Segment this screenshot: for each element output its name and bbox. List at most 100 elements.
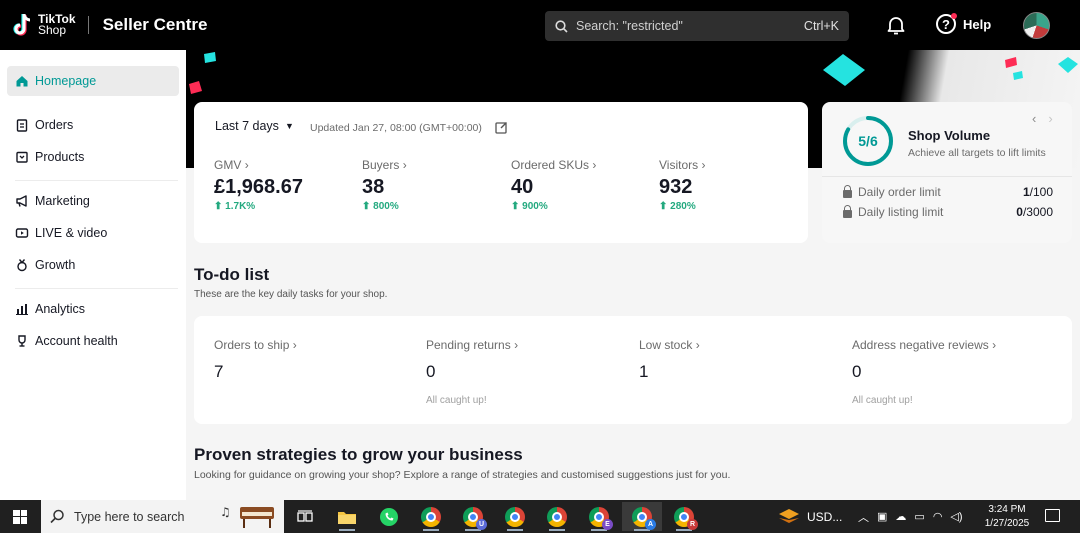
- sidebar-item-homepage[interactable]: Homepage: [7, 66, 179, 96]
- app-running-indicator: [507, 529, 523, 531]
- chevron-right-icon: ›: [695, 338, 700, 352]
- chrome-icon: [547, 506, 567, 527]
- limit-current: 0: [1016, 205, 1023, 219]
- system-tray: ︿ ▣ ☁ ▭ ◠ ◁): [858, 500, 963, 533]
- sidebar-item-orders[interactable]: Orders: [7, 110, 179, 140]
- limit-label: Daily order limit: [858, 185, 941, 199]
- windows-logo-icon: [13, 509, 27, 524]
- todo-title: To-do list: [194, 265, 270, 284]
- todo-pending-returns[interactable]: Pending returns › 0 All caught up!: [426, 338, 518, 406]
- confetti-decoration: [189, 81, 202, 94]
- chevron-left-icon[interactable]: ‹: [1032, 111, 1036, 126]
- metric-value: 40: [511, 176, 534, 198]
- chevron-up-icon[interactable]: ︿: [858, 509, 869, 525]
- todo-value: 0: [852, 362, 862, 381]
- strategies-subtitle: Looking for guidance on growing your sho…: [194, 469, 731, 481]
- sidebar-item-products[interactable]: Products: [7, 142, 179, 172]
- daily-order-limit-row: Daily order limit 1/100: [843, 184, 1053, 199]
- avatar[interactable]: [1023, 12, 1050, 39]
- chrome-profile-4-button[interactable]: [537, 502, 577, 531]
- battery-icon[interactable]: ▭: [914, 510, 924, 523]
- metric-gmv[interactable]: GMV › £1,968.67 ⬆ 1.7K%: [214, 158, 303, 212]
- currency-label: USD...: [807, 509, 843, 524]
- confetti-decoration: [1005, 57, 1017, 68]
- sidebar-item-growth[interactable]: Growth: [7, 250, 179, 280]
- todo-low-stock[interactable]: Low stock › 1: [639, 338, 700, 382]
- whatsapp-button[interactable]: [369, 502, 409, 531]
- app-title: Seller Centre: [102, 15, 208, 34]
- taskbar-clock[interactable]: 3:24 PM 1/27/2025: [982, 503, 1032, 531]
- video-icon: [15, 228, 29, 238]
- clock-time: 3:24 PM: [988, 504, 1026, 515]
- sidebar-item-live-video[interactable]: LIVE & video: [7, 218, 179, 248]
- chrome-profile-3-button[interactable]: [495, 502, 535, 531]
- metric-ordered-skus[interactable]: Ordered SKUs › 40 ⬆ 900%: [511, 158, 596, 212]
- notification-center-icon[interactable]: [1045, 509, 1060, 522]
- todo-note: All caught up!: [852, 395, 913, 406]
- chevron-right-icon: ›: [244, 158, 249, 172]
- windows-taskbar: Type here to search ♫ U E A R USD... ︿ ▣…: [0, 500, 1080, 533]
- chrome-profile-1-button[interactable]: [411, 502, 451, 531]
- chrome-profile-u-button[interactable]: U: [453, 502, 493, 531]
- start-button[interactable]: [0, 500, 40, 533]
- metric-label: Visitors: [659, 158, 699, 172]
- todo-label: Address negative reviews: [852, 338, 989, 352]
- sidebar-item-analytics[interactable]: Analytics: [7, 294, 179, 324]
- chrome-icon: [505, 506, 525, 527]
- sidebar-item-label: Growth: [35, 258, 76, 272]
- chevron-right-icon[interactable]: ›: [1048, 111, 1052, 126]
- volume-icon[interactable]: ◁): [950, 510, 962, 523]
- top-bar: TikTok Shop Seller Centre Search: "restr…: [0, 0, 1080, 50]
- search-icon: [555, 19, 568, 33]
- medal-icon: [17, 259, 27, 272]
- chrome-profile-a-button[interactable]: A: [622, 502, 662, 531]
- currency-icon: [779, 508, 799, 523]
- currency-widget[interactable]: USD...: [778, 500, 842, 533]
- task-view-button[interactable]: [285, 502, 325, 531]
- daily-listing-limit-row: Daily listing limit 0/3000: [843, 204, 1053, 219]
- search-input[interactable]: Search: "restricted" Ctrl+K: [545, 11, 849, 41]
- progress-ring: 5/6: [841, 114, 895, 168]
- metric-change: 280%: [670, 201, 696, 212]
- tiktok-shop-logo[interactable]: TikTok Shop: [12, 12, 76, 38]
- metric-value: £1,968.67: [214, 176, 303, 198]
- lock-icon: [843, 204, 852, 218]
- metric-change: 1.7K%: [225, 201, 256, 212]
- metric-label: GMV: [214, 158, 242, 172]
- limit-current: 1: [1022, 185, 1030, 199]
- help-button[interactable]: ? Help: [936, 13, 991, 34]
- main-content: Last 7 days ▼ Updated Jan 27, 08:00 (GMT…: [186, 50, 1080, 500]
- wifi-icon[interactable]: ◠: [933, 510, 943, 523]
- chevron-down-icon: ▼: [284, 121, 294, 131]
- sidebar-divider: [15, 180, 178, 181]
- todo-negative-reviews[interactable]: Address negative reviews › 0 All caught …: [852, 338, 996, 406]
- todo-orders-to-ship[interactable]: Orders to ship › 7: [214, 338, 297, 382]
- confetti-decoration: [823, 54, 865, 86]
- sidebar-item-marketing[interactable]: Marketing: [7, 186, 179, 216]
- sidebar-item-label: Analytics: [35, 302, 86, 316]
- taskbar-search-input[interactable]: Type here to search ♫: [41, 500, 284, 533]
- edit-icon[interactable]: [495, 121, 508, 134]
- performance-card: Last 7 days ▼ Updated Jan 27, 08:00 (GMT…: [194, 102, 808, 243]
- date-range-dropdown[interactable]: Last 7 days ▼: [215, 119, 294, 133]
- metric-buyers[interactable]: Buyers › 38 ⬆ 800%: [362, 158, 407, 212]
- limit-label: Daily listing limit: [858, 205, 944, 219]
- device-icon[interactable]: ▣: [877, 510, 887, 523]
- metric-change: 900%: [522, 201, 548, 212]
- cloud-icon[interactable]: ☁: [895, 510, 906, 523]
- chevron-right-icon: ›: [514, 338, 519, 352]
- carousel-controls: ‹ ›: [1032, 111, 1053, 126]
- chrome-profile-r-button[interactable]: R: [664, 502, 704, 531]
- metric-visitors[interactable]: Visitors › 932 ⬆ 280%: [659, 158, 705, 212]
- notification-bell-icon[interactable]: [885, 14, 907, 36]
- sidebar-item-label: Homepage: [35, 74, 97, 88]
- chrome-profile-e-button[interactable]: E: [579, 502, 619, 531]
- file-explorer-button[interactable]: [327, 502, 367, 531]
- sidebar-item-label: Marketing: [35, 194, 90, 208]
- chrome-icon: [421, 506, 441, 527]
- sidebar-item-account-health[interactable]: Account health: [7, 326, 179, 356]
- up-arrow-icon: ⬆: [362, 201, 371, 212]
- search-shortcut: Ctrl+K: [803, 19, 839, 33]
- todo-label: Low stock: [639, 338, 693, 352]
- sidebar: Homepage Orders Products Marketing LIVE …: [0, 50, 186, 500]
